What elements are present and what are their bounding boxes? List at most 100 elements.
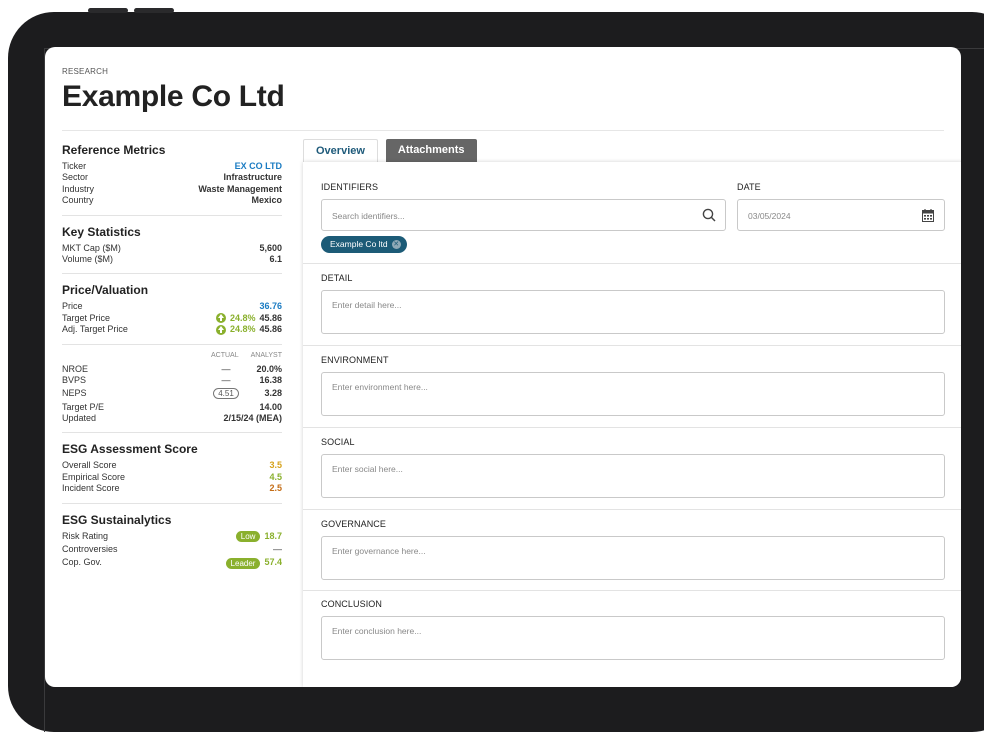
actual-value-badge: 4.51 bbox=[213, 388, 239, 400]
top-button bbox=[88, 8, 128, 13]
metric-value: 6.1 bbox=[269, 253, 282, 264]
date-label: DATE bbox=[737, 182, 761, 192]
social-field[interactable]: Enter social here... bbox=[321, 454, 945, 498]
divider bbox=[303, 263, 961, 264]
calendar-icon[interactable] bbox=[922, 209, 934, 222]
analyst-value: 16.38 bbox=[259, 374, 282, 385]
metric-value-group: Low 18.7 bbox=[235, 531, 282, 542]
metric-row-updated: Updated 2/15/24 (MEA) bbox=[62, 413, 282, 424]
analyst-value: 3.28 bbox=[264, 388, 282, 399]
col-analyst: ANALYST bbox=[250, 351, 282, 359]
overview-panel: IDENTIFIERS Search identifiers... Exampl… bbox=[303, 162, 961, 687]
tab-attachments[interactable]: Attachments bbox=[385, 139, 477, 162]
metric-row-ticker: Ticker EX CO LTD bbox=[62, 161, 282, 172]
environment-placeholder: Enter environment here... bbox=[332, 382, 428, 392]
metric-label: Volume ($M) bbox=[62, 253, 114, 264]
divider bbox=[62, 432, 282, 434]
governance-placeholder: Enter governance here... bbox=[332, 546, 426, 556]
detail-label: DETAIL bbox=[321, 273, 353, 283]
metric-row-nroe: NROE — 20.0% bbox=[62, 364, 282, 375]
governance-label: GOVERNANCE bbox=[321, 519, 387, 529]
metric-value: 14.00 bbox=[259, 401, 282, 412]
metric-row-mkt-cap: MKT Cap ($M) 5,600 bbox=[62, 243, 282, 254]
metric-value: 45.86 bbox=[259, 324, 282, 335]
cop-gov-badge: Leader bbox=[225, 557, 261, 569]
empirical-score-value: 4.5 bbox=[269, 471, 282, 482]
metric-label: Industry bbox=[62, 183, 95, 194]
remove-chip-icon[interactable]: ✕ bbox=[391, 240, 401, 249]
change-percent: 24.8% bbox=[229, 312, 256, 323]
metrics-sidebar: Reference Metrics Ticker EX CO LTD Secto… bbox=[62, 143, 282, 569]
metric-value: — bbox=[273, 544, 282, 555]
overall-score-value: 3.5 bbox=[269, 460, 282, 471]
divider bbox=[62, 273, 282, 275]
metric-row-target-pe: Target P/E 14.00 bbox=[62, 402, 282, 413]
arrow-up-icon bbox=[215, 313, 226, 324]
conclusion-placeholder: Enter conclusion here... bbox=[332, 626, 422, 636]
tab-bar: Overview Attachments bbox=[303, 139, 477, 162]
metric-label: Target P/E bbox=[62, 401, 105, 412]
environment-field[interactable]: Enter environment here... bbox=[321, 372, 945, 416]
metric-label: Sector bbox=[62, 172, 89, 183]
metric-row-incident-score: Incident Score 2.5 bbox=[62, 483, 282, 494]
search-icon[interactable] bbox=[702, 208, 716, 222]
tab-overview[interactable]: Overview bbox=[303, 139, 378, 162]
ticker-link[interactable]: EX CO LTD bbox=[235, 161, 282, 172]
divider bbox=[303, 509, 961, 510]
metric-value-group: — 20.0% bbox=[206, 363, 283, 375]
search-identifiers-input[interactable]: Search identifiers... bbox=[321, 199, 726, 231]
detail-field[interactable]: Enter detail here... bbox=[321, 290, 945, 334]
metric-row-cop-gov: Cop. Gov. Leader 57.4 bbox=[62, 557, 282, 569]
metric-label: Empirical Score bbox=[62, 471, 126, 482]
metric-row-risk-rating: Risk Rating Low 18.7 bbox=[62, 531, 282, 542]
detail-placeholder: Enter detail here... bbox=[332, 300, 402, 310]
metric-label: Target Price bbox=[62, 312, 111, 323]
incident-score-value: 2.5 bbox=[269, 483, 282, 494]
metric-label: Overall Score bbox=[62, 460, 117, 471]
metric-row-empirical-score: Empirical Score 4.5 bbox=[62, 472, 282, 483]
metric-value: Infrastructure bbox=[223, 172, 282, 183]
metric-value-group: Leader 57.4 bbox=[225, 557, 282, 569]
page-header: RESEARCH Example Co Ltd bbox=[62, 67, 944, 131]
metric-label: Updated bbox=[62, 413, 97, 424]
metric-value: 2/15/24 (MEA) bbox=[223, 413, 282, 424]
metric-label: BVPS bbox=[62, 374, 87, 385]
metric-row-neps: NEPS 4.51 3.28 bbox=[62, 388, 282, 400]
metric-value-group: 24.8% 45.86 bbox=[215, 324, 282, 335]
identifier-chip: Example Co ltd ✕ bbox=[321, 236, 407, 253]
metric-row-country: Country Mexico bbox=[62, 195, 282, 206]
social-placeholder: Enter social here... bbox=[332, 464, 403, 474]
metric-label: Ticker bbox=[62, 161, 87, 171]
price-valuation-title: Price/Valuation bbox=[62, 283, 149, 298]
date-input[interactable]: 03/05/2024 bbox=[737, 199, 945, 231]
metric-label: NEPS bbox=[62, 388, 87, 399]
metric-value-group: — 16.38 bbox=[206, 374, 283, 386]
actual-value: — bbox=[221, 374, 231, 385]
metric-value-group: 4.51 3.28 bbox=[206, 388, 282, 400]
esg-sustainalytics-title: ESG Sustainalytics bbox=[62, 512, 172, 527]
metric-value: Waste Management bbox=[198, 183, 282, 194]
conclusion-label: CONCLUSION bbox=[321, 599, 383, 609]
col-actual: ACTUAL bbox=[210, 351, 239, 359]
analyst-value: 20.0% bbox=[256, 363, 282, 374]
divider bbox=[62, 343, 282, 345]
metric-value: 45.86 bbox=[259, 312, 282, 323]
governance-field[interactable]: Enter governance here... bbox=[321, 536, 945, 580]
section-eyebrow: RESEARCH bbox=[62, 67, 109, 76]
key-statistics-title: Key Statistics bbox=[62, 224, 141, 239]
metric-row-sector: Sector Infrastructure bbox=[62, 172, 282, 183]
divider bbox=[62, 502, 282, 504]
metric-row-controversies: Controversies — bbox=[62, 544, 282, 555]
metric-label: Country bbox=[62, 195, 94, 206]
price-value: 36.76 bbox=[259, 301, 282, 312]
metric-row-target-price: Target Price 24.8% 45.86 bbox=[62, 313, 282, 324]
metric-row-overall-score: Overall Score 3.5 bbox=[62, 460, 282, 471]
social-label: SOCIAL bbox=[321, 437, 355, 447]
actual-value-wrap: 4.51 bbox=[206, 388, 246, 400]
change-percent: 24.8% bbox=[229, 324, 256, 335]
conclusion-field[interactable]: Enter conclusion here... bbox=[321, 616, 945, 660]
environment-label: ENVIRONMENT bbox=[321, 355, 389, 365]
metric-label: Cop. Gov. bbox=[62, 557, 102, 568]
metric-label: Incident Score bbox=[62, 483, 120, 494]
metric-label: Risk Rating bbox=[62, 530, 109, 541]
